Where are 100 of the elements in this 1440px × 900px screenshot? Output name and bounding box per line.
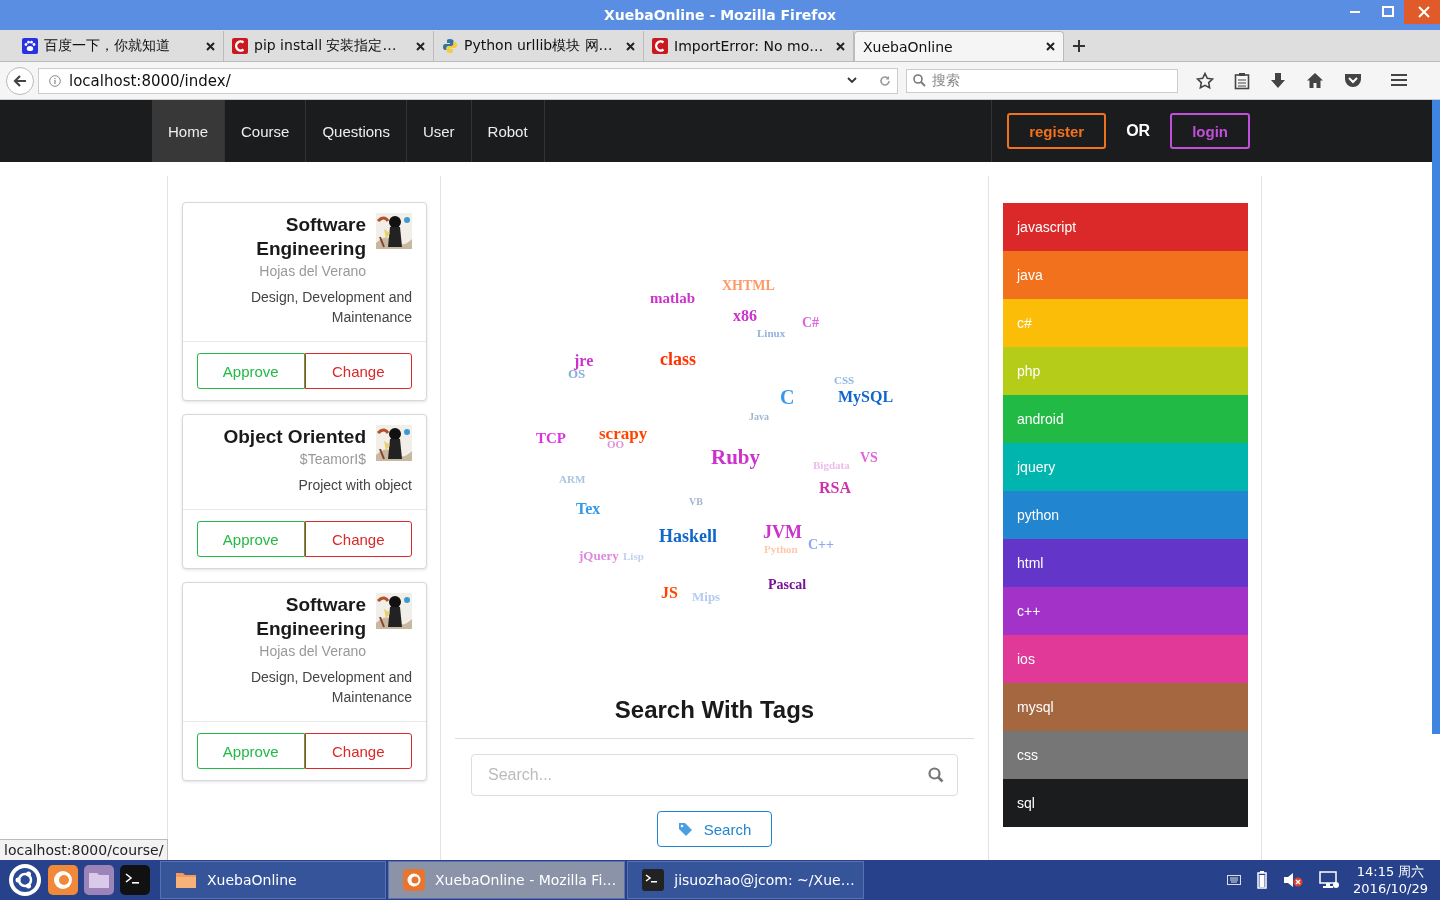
tag-item[interactable]: sql <box>1003 779 1248 827</box>
status-text: localhost:8000/course/ <box>0 839 169 860</box>
reload-icon[interactable] <box>879 74 891 87</box>
address-field[interactable]: localhost:8000/index/ <box>38 67 898 94</box>
clock-date[interactable]: 2016/10/29 <box>1353 880 1428 897</box>
taskbar-window[interactable]: jisuozhao@jcom: ~/Xue… <box>627 861 864 899</box>
folder-icon <box>175 871 197 889</box>
login-button[interactable]: login <box>1170 113 1250 149</box>
course-description: Design, Development and Maintenance <box>249 288 412 327</box>
approve-button[interactable]: Approve <box>197 353 305 389</box>
cloud-tag[interactable]: jQuery <box>579 549 619 562</box>
battery-icon[interactable] <box>1257 871 1268 889</box>
folder-icon[interactable] <box>84 865 114 895</box>
window-title: XuebaOnline - Mozilla Firefox <box>603 7 837 23</box>
cloud-tag[interactable]: C++ <box>808 538 835 552</box>
back-arrow-icon <box>13 73 27 88</box>
close-icon[interactable] <box>836 41 845 51</box>
section-heading: Search With Tags <box>455 696 974 739</box>
keyboard-icon[interactable] <box>1227 875 1242 885</box>
search-icon <box>928 767 944 783</box>
plus-icon[interactable] <box>1072 39 1086 53</box>
cloud-tag[interactable]: class <box>660 350 696 368</box>
cloud-tag[interactable]: scrapy <box>599 425 648 442</box>
dropdown-icon[interactable] <box>847 77 857 84</box>
fox-icon <box>403 869 425 891</box>
approve-button[interactable]: Approve <box>197 521 305 557</box>
cloud-tag[interactable]: Ruby <box>711 447 761 468</box>
terminal-icon <box>642 869 665 891</box>
cloud-tag[interactable]: Linux <box>757 328 786 339</box>
tag-item[interactable]: python <box>1003 491 1248 539</box>
change-button[interactable]: Change <box>304 733 412 769</box>
menu-icon[interactable] <box>1390 71 1408 88</box>
cloud-tag[interactable]: jre <box>574 353 594 369</box>
close-icon[interactable] <box>1046 42 1055 51</box>
fox-icon[interactable] <box>48 865 78 895</box>
tag-icon <box>677 822 692 836</box>
taskbar-window[interactable]: XuebaOnline - Mozilla Fi… <box>388 861 626 899</box>
tag-item[interactable]: java <box>1003 251 1248 299</box>
terminal-icon[interactable] <box>120 865 150 895</box>
muted-speaker-icon[interactable] <box>1283 872 1304 888</box>
change-button[interactable]: Change <box>304 353 412 389</box>
tag-item[interactable]: jquery <box>1003 443 1248 491</box>
cloud-tag[interactable]: Tex <box>576 501 601 517</box>
teacher-name: Hojas del Verano <box>259 262 366 281</box>
c-logo-icon <box>232 38 248 54</box>
search-field[interactable]: Search... <box>471 754 958 796</box>
back-button[interactable] <box>6 66 34 95</box>
browser-tab[interactable]: ImportError: No mo… <box>644 31 854 61</box>
search-button[interactable]: Search <box>656 811 773 847</box>
clipboard-icon[interactable] <box>1234 71 1250 90</box>
course-title: Software Engineering <box>255 593 366 641</box>
cloud-tag[interactable]: RSA <box>819 480 851 496</box>
tag-item[interactable]: android <box>1003 395 1248 443</box>
cloud-tag[interactable]: C <box>780 387 795 407</box>
cloud-tag[interactable]: Haskell <box>659 527 717 545</box>
course-description: Design, Development and Maintenance <box>249 668 412 707</box>
teacher-name: Hojas del Verano <box>259 642 366 661</box>
browser-tab[interactable]: XuebaOnline <box>854 31 1064 61</box>
tag-item[interactable]: ios <box>1003 635 1248 683</box>
snake-logo-icon <box>442 38 458 54</box>
cloud-tag[interactable]: MySQL <box>838 389 894 405</box>
ubuntu-logo-icon[interactable] <box>8 863 42 897</box>
cloud-tag[interactable]: matlab <box>650 291 695 306</box>
or-label: OR <box>1126 122 1151 140</box>
clock-time[interactable]: 14:15 周六 <box>1356 863 1425 880</box>
close-icon[interactable] <box>206 41 215 51</box>
cloud-tag[interactable]: OO <box>607 439 625 450</box>
cloud-tag[interactable]: C# <box>802 316 820 330</box>
scrollbar-thumb[interactable] <box>1432 100 1440 734</box>
register-button[interactable]: register <box>1007 113 1107 149</box>
tag-item[interactable]: html <box>1003 539 1248 587</box>
tag-item[interactable]: css <box>1003 731 1248 779</box>
nav-tab[interactable]: Home <box>152 100 225 162</box>
search-field[interactable]: 搜索 <box>906 68 1178 93</box>
browser-tab[interactable]: 百度一下，你就知道 <box>14 31 224 61</box>
star-icon[interactable] <box>1196 71 1214 90</box>
cloud-tag[interactable]: x86 <box>733 308 757 324</box>
info-icon[interactable] <box>49 74 61 87</box>
taskbar-window[interactable]: XuebaOnline <box>160 861 386 899</box>
cloud-tag[interactable]: JVM <box>763 523 802 541</box>
approve-button[interactable]: Approve <box>197 733 305 769</box>
cloud-tag[interactable]: TCP <box>536 431 566 446</box>
change-button[interactable]: Change <box>304 521 412 557</box>
browser-tab[interactable]: pip install 安装指定… <box>224 31 434 61</box>
browser-tab[interactable]: Python urllib模块 网… <box>434 31 644 61</box>
cloud-tag[interactable]: Pascal <box>768 578 807 592</box>
cloud-tag[interactable]: CSS <box>834 375 855 386</box>
tag-item[interactable]: mysql <box>1003 683 1248 731</box>
teacher-name: $TeamorI$ <box>299 450 366 469</box>
shield-icon[interactable] <box>1344 71 1362 88</box>
tag-item[interactable]: javascript <box>1003 203 1248 251</box>
close-icon[interactable] <box>416 41 425 51</box>
download-icon[interactable] <box>1270 71 1286 90</box>
cloud-tag[interactable]: VS <box>860 451 878 465</box>
tag-item[interactable]: c++ <box>1003 587 1248 635</box>
home-icon[interactable] <box>1306 71 1324 89</box>
network-icon[interactable] <box>1319 871 1340 889</box>
close-icon[interactable] <box>626 41 635 51</box>
course-title: Software Engineering <box>255 213 366 261</box>
cloud-tag[interactable]: JS <box>661 585 678 601</box>
